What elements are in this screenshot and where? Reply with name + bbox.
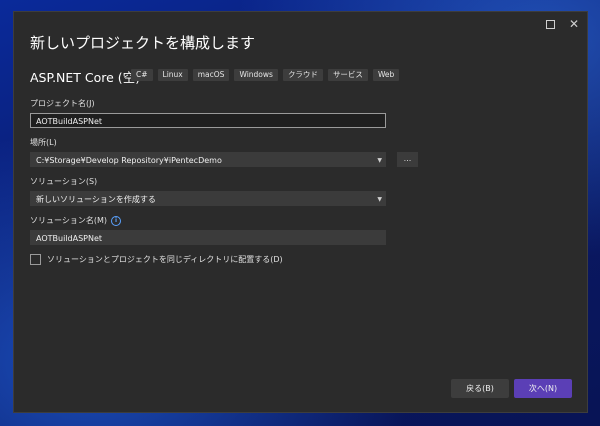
solution-name-label: ソリューション名(M): [30, 216, 107, 225]
project-name-field[interactable]: [30, 113, 386, 128]
solution-dropdown[interactable]: 新しいソリューションを作成する ▼: [30, 191, 386, 206]
next-button[interactable]: 次へ(N): [514, 379, 572, 398]
solution-name-field[interactable]: AOTBuildASPNet: [30, 230, 386, 245]
tag-web: Web: [372, 69, 400, 81]
tag-windows: Windows: [234, 69, 278, 81]
solution-name-label-row: ソリューション名(M) i: [30, 215, 121, 226]
project-name-label: プロジェクト名(J): [30, 99, 95, 108]
chevron-down-icon: ▼: [377, 157, 382, 164]
close-icon[interactable]: ✕: [565, 16, 583, 32]
solution-name-value: AOTBuildASPNet: [36, 234, 103, 243]
tag-linux: Linux: [157, 69, 188, 81]
project-name-input[interactable]: [36, 114, 380, 127]
configure-project-dialog: ✕ 新しいプロジェクトを構成します ASP.NET Core (空) C# Li…: [13, 11, 588, 413]
tag-cloud: クラウド: [282, 69, 323, 81]
same-directory-option[interactable]: ソリューションとプロジェクトを同じディレクトリに配置する(D): [30, 254, 283, 265]
solution-value: 新しいソリューションを作成する: [36, 195, 156, 204]
template-name: ASP.NET Core (空): [30, 70, 141, 85]
location-dropdown[interactable]: C:¥Storage¥Develop Repository¥iPentecDem…: [30, 152, 386, 167]
tag-macos: macOS: [192, 69, 230, 81]
location-label: 場所(L): [30, 138, 57, 147]
solution-label: ソリューション(S): [30, 177, 98, 186]
maximize-icon[interactable]: [541, 16, 559, 32]
same-directory-label[interactable]: ソリューションとプロジェクトを同じディレクトリに配置する(D): [47, 254, 283, 265]
tag-service: サービス: [327, 69, 368, 81]
location-value: C:¥Storage¥Develop Repository¥iPentecDem…: [36, 156, 222, 165]
back-button[interactable]: 戻る(B): [451, 379, 509, 398]
browse-button[interactable]: ...: [397, 152, 418, 167]
same-directory-checkbox[interactable]: [30, 254, 41, 265]
chevron-down-icon: ▼: [377, 196, 382, 203]
info-icon[interactable]: i: [110, 215, 121, 226]
template-tags: C# Linux macOS Windows クラウド サービス Web: [131, 69, 400, 81]
tag-csharp: C#: [131, 69, 153, 81]
page-title: 新しいプロジェクトを構成します: [30, 34, 256, 52]
